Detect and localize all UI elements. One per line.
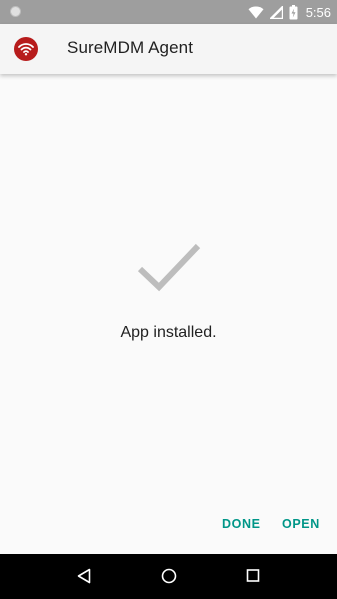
install-result-panel: App installed. DONE OPEN (0, 74, 337, 554)
screen: 5:56 SureMDM Agent App installed. DONE O… (0, 0, 337, 599)
done-button[interactable]: DONE (222, 517, 261, 531)
app-bar: SureMDM Agent (0, 24, 337, 74)
notification-dot-icon (10, 6, 21, 17)
wifi-icon (248, 6, 264, 18)
open-button[interactable]: OPEN (282, 517, 320, 531)
status-icons: 5:56 (248, 0, 331, 24)
suremdm-logo-icon (14, 37, 38, 61)
status-time: 5:56 (305, 4, 331, 20)
home-icon[interactable] (161, 568, 177, 584)
battery-icon (289, 4, 298, 19)
checkmark-icon (137, 243, 201, 292)
signal-icon (269, 5, 283, 19)
back-icon[interactable] (77, 568, 91, 584)
app-title: SureMDM Agent (67, 38, 194, 57)
recents-icon[interactable] (246, 568, 260, 584)
status-bar: 5:56 (0, 0, 337, 24)
navigation-bar (0, 554, 337, 599)
install-message: App installed. (120, 324, 217, 341)
